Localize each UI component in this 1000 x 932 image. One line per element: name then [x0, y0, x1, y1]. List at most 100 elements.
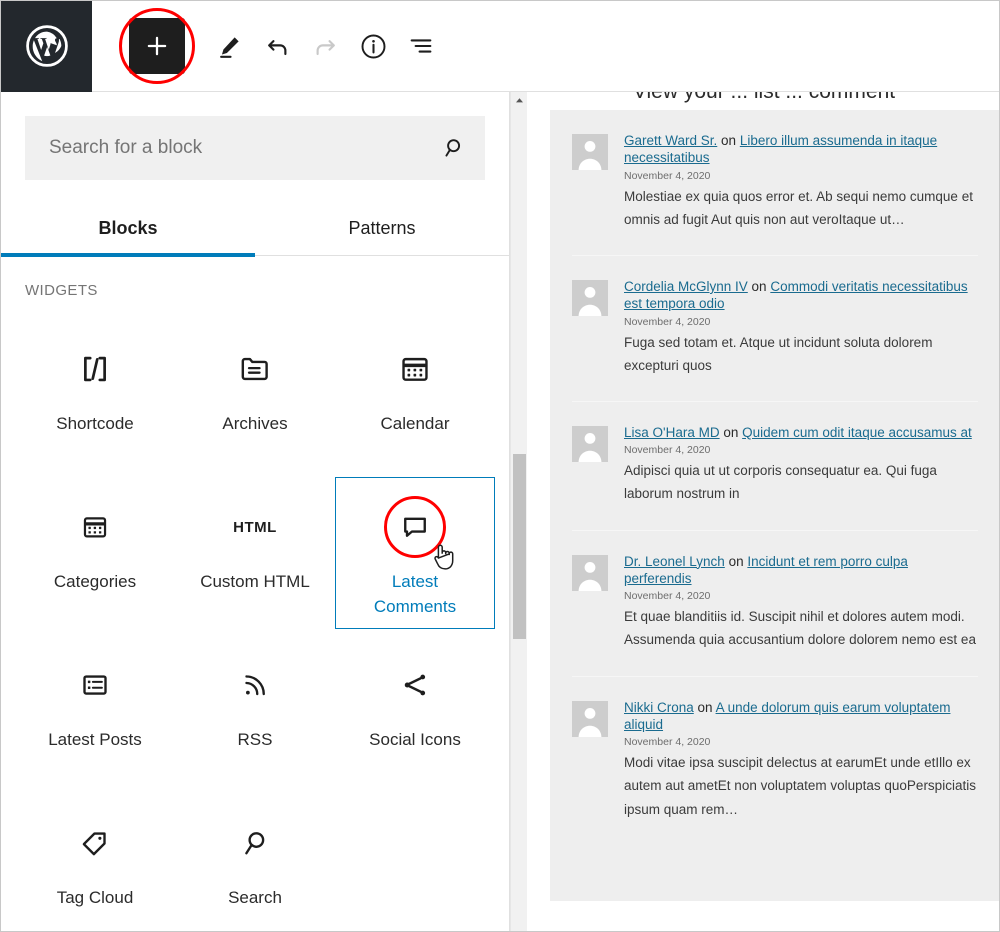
category-heading-widgets: WIDGETS: [25, 282, 98, 299]
comment-meta: Cordelia McGlynn IV on Commodi veritatis…: [624, 278, 978, 313]
rss-icon: [240, 662, 270, 708]
search-input[interactable]: [25, 116, 485, 180]
comment-excerpt: Et quae blanditiis id. Suscipit nihil et…: [624, 609, 976, 648]
archive-folder-icon: [238, 346, 272, 392]
avatar: [572, 554, 608, 591]
search-icon: [240, 820, 270, 866]
share-icon: [400, 662, 430, 708]
comment-item: Dr. Leonel Lynch on Incidunt et rem porr…: [572, 531, 978, 677]
comment-body: Dr. Leonel Lynch on Incidunt et rem porr…: [624, 553, 978, 652]
comment-meta: Garett Ward Sr. on Libero illum assumend…: [624, 132, 978, 167]
block-label: Latest Posts: [48, 730, 142, 749]
plus-icon: [144, 33, 170, 59]
toolbar-actions: [92, 1, 445, 92]
redo-arrow-icon: [312, 33, 339, 60]
edit-mode-button[interactable]: [205, 22, 253, 70]
search-icon[interactable]: [443, 136, 467, 160]
on-word: on: [719, 424, 743, 440]
block-label: Social Icons: [369, 730, 461, 749]
preview-bottom-area: [528, 901, 999, 931]
add-block-button[interactable]: [129, 18, 185, 74]
comment-date: November 4, 2020: [624, 736, 711, 749]
list-view-button[interactable]: [397, 22, 445, 70]
comment-post-link[interactable]: Quidem cum odit itaque accusamus at: [742, 425, 972, 440]
comment-author-link[interactable]: Garett Ward Sr.: [624, 133, 717, 148]
comment-author-link[interactable]: Nikki Crona: [624, 700, 694, 715]
calendar-icon: [399, 346, 431, 392]
scrollbar-up-button[interactable]: [511, 92, 527, 109]
block-item-search[interactable]: Search: [175, 793, 335, 931]
tab-patterns[interactable]: Patterns: [255, 206, 509, 255]
pencil-icon: [216, 33, 243, 60]
search-box[interactable]: [25, 116, 485, 180]
block-label: Shortcode: [56, 414, 134, 433]
tag-icon: [80, 820, 110, 866]
inserter-tabs: Blocks Patterns: [1, 206, 509, 257]
block-item-rss[interactable]: RSS: [175, 635, 335, 787]
comment-body: Nikki Crona on A unde dolorum quis earum…: [624, 699, 978, 821]
inserter-scrollbar[interactable]: [510, 92, 527, 931]
tab-blocks-label: Blocks: [98, 218, 158, 238]
comment-author-link[interactable]: Lisa O'Hara MD: [624, 425, 720, 440]
comment-meta: Nikki Crona on A unde dolorum quis earum…: [624, 699, 978, 734]
on-word: on: [724, 553, 748, 569]
block-item-calendar[interactable]: Calendar: [335, 319, 495, 471]
comment-body: Garett Ward Sr. on Libero illum assumend…: [624, 132, 978, 231]
undo-button[interactable]: [253, 22, 301, 70]
block-item-latest-comments[interactable]: Latest Comments: [335, 477, 495, 629]
block-item-custom-html[interactable]: HTML Custom HTML: [175, 477, 335, 629]
calendar-icon: [81, 504, 109, 550]
block-item-archives[interactable]: Archives: [175, 319, 335, 471]
comment-author-link[interactable]: Dr. Leonel Lynch: [624, 554, 725, 569]
shortcode-icon: [78, 346, 112, 392]
block-item-social-icons[interactable]: Social Icons: [335, 635, 495, 787]
editor-toolbar: [1, 1, 999, 92]
comment-body: Cordelia McGlynn IV on Commodi veritatis…: [624, 278, 978, 377]
block-label: Calendar: [380, 414, 450, 433]
comment-date: November 4, 2020: [624, 444, 711, 457]
wordpress-logo-button[interactable]: [1, 1, 92, 92]
block-item-latest-posts[interactable]: Latest Posts: [15, 635, 175, 787]
wordpress-block-editor-window: Blocks Patterns WIDGETS Shortcode: [0, 0, 1000, 932]
block-label: Search: [228, 888, 282, 907]
block-label: Latest Comments: [373, 572, 457, 616]
chevron-up-icon: [515, 97, 524, 104]
comment-excerpt: Molestiae ex quia quos error et. Ab sequ…: [624, 188, 973, 227]
block-label: Archives: [222, 414, 288, 433]
comment-excerpt: Modi vitae ipsa suscipit delectus at ear…: [624, 755, 976, 817]
comment-meta: Lisa O'Hara MD on Quidem cum odit itaque…: [624, 424, 978, 441]
scrollbar-thumb[interactable]: [513, 454, 526, 639]
list-icon: [80, 662, 110, 708]
latest-comments-preview: Garett Ward Sr. on Libero illum assumend…: [550, 110, 999, 901]
comment-body: Lisa O'Hara MD on Quidem cum odit itaque…: [624, 424, 978, 506]
avatar: [572, 425, 608, 462]
wordpress-logo-icon: [25, 24, 69, 68]
comment-meta: Dr. Leonel Lynch on Incidunt et rem porr…: [624, 553, 978, 588]
block-item-shortcode[interactable]: Shortcode: [15, 319, 175, 471]
redo-button[interactable]: [301, 22, 349, 70]
comment-bubble-icon: [400, 504, 430, 550]
block-preview-panel: View your ... list ... comment Garett Wa…: [528, 92, 999, 931]
on-word: on: [717, 133, 740, 148]
avatar: [572, 700, 608, 737]
add-block-button-wrapper: [119, 8, 195, 84]
block-label: Custom HTML: [200, 572, 310, 591]
details-button[interactable]: [349, 22, 397, 70]
comment-date: November 4, 2020: [624, 169, 711, 182]
undo-arrow-icon: [264, 33, 291, 60]
block-grid: Shortcode Archives Calendar Categories H…: [1, 299, 509, 931]
block-inserter-panel: Blocks Patterns WIDGETS Shortcode: [1, 92, 510, 931]
comment-date: November 4, 2020: [624, 315, 711, 328]
tab-blocks[interactable]: Blocks: [1, 206, 255, 257]
avatar: [572, 279, 608, 316]
block-item-categories[interactable]: Categories: [15, 477, 175, 629]
comment-date: November 4, 2020: [624, 590, 711, 603]
block-item-tag-cloud[interactable]: Tag Cloud: [15, 793, 175, 931]
comment-author-link[interactable]: Cordelia McGlynn IV: [624, 279, 748, 294]
preview-heading: View your ... list ... comment: [528, 92, 999, 104]
comment-item: Lisa O'Hara MD on Quidem cum odit itaque…: [572, 402, 978, 531]
info-circle-icon: [359, 32, 388, 61]
comment-item: Cordelia McGlynn IV on Commodi veritatis…: [572, 256, 978, 402]
comment-excerpt: Adipisci quia ut ut corporis consequatur…: [624, 463, 937, 502]
search-section: [1, 92, 509, 180]
